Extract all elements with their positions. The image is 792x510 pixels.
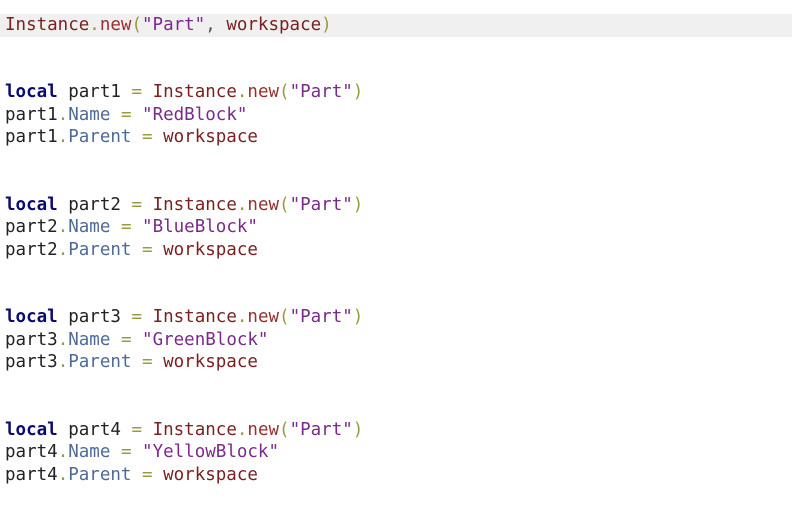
token-variable: part4 bbox=[68, 420, 121, 440]
token-paren: ) bbox=[321, 15, 332, 35]
token-class: Instance bbox=[152, 195, 237, 215]
token-variable: part4 bbox=[5, 465, 58, 485]
token-variable: part2 bbox=[68, 195, 121, 215]
token-class: Instance bbox=[5, 15, 90, 35]
token-property: Name bbox=[68, 105, 111, 125]
token-string: "GreenBlock" bbox=[142, 330, 269, 350]
token-operator: = bbox=[120, 442, 132, 462]
token-string: "Part" bbox=[289, 307, 353, 327]
token-paren: ) bbox=[352, 82, 364, 102]
code-line[interactable]: part4.Name = "YellowBlock" bbox=[0, 441, 792, 464]
token-string: "YellowBlock" bbox=[142, 442, 279, 462]
token-paren: ) bbox=[352, 195, 364, 215]
token-string: "Part" bbox=[289, 82, 353, 102]
token-string: "Part" bbox=[289, 420, 353, 440]
token-paren: ( bbox=[279, 82, 290, 102]
token-paren: ( bbox=[279, 307, 290, 327]
token-global: workspace bbox=[226, 15, 322, 35]
token-operator: = bbox=[142, 127, 153, 147]
code-editor[interactable]: Instance.new("Part", workspace) local pa… bbox=[0, 0, 792, 510]
token-paren: ( bbox=[131, 15, 142, 35]
token-property: Parent bbox=[68, 127, 132, 147]
token-string: "BlueBlock" bbox=[142, 217, 258, 237]
token-paren: ( bbox=[279, 195, 290, 215]
code-line[interactable]: part4.Parent = workspace bbox=[0, 464, 792, 487]
code-line[interactable]: local part2 = Instance.new("Part") bbox=[0, 194, 792, 217]
token-paren: ) bbox=[352, 307, 364, 327]
token-operator: = bbox=[131, 195, 143, 215]
code-line[interactable]: part3.Parent = workspace bbox=[0, 351, 792, 374]
token-variable: part1 bbox=[5, 105, 58, 125]
token-global: workspace bbox=[163, 465, 258, 485]
code-line[interactable]: part1.Name = "RedBlock" bbox=[0, 104, 792, 127]
token-property: Parent bbox=[68, 352, 132, 372]
token-class: Instance bbox=[152, 307, 237, 327]
token-class: Instance bbox=[152, 82, 237, 102]
token-variable: part1 bbox=[5, 127, 58, 147]
token-operator: = bbox=[120, 105, 132, 125]
token-operator: = bbox=[120, 217, 132, 237]
token-operator: = bbox=[120, 330, 132, 350]
token-function: new bbox=[247, 82, 280, 102]
token-variable: part2 bbox=[5, 217, 58, 237]
token-class: Instance bbox=[152, 420, 237, 440]
token-property: Name bbox=[68, 217, 111, 237]
token-variable: part3 bbox=[5, 352, 58, 372]
code-line[interactable]: part1.Parent = workspace bbox=[0, 126, 792, 149]
token-keyword: local bbox=[5, 195, 58, 215]
token-operator: = bbox=[142, 240, 153, 260]
token-variable: part2 bbox=[5, 240, 58, 260]
code-line[interactable]: local part3 = Instance.new("Part") bbox=[0, 306, 792, 329]
token-keyword: local bbox=[5, 82, 58, 102]
token-paren: ( bbox=[279, 420, 290, 440]
code-line[interactable]: part3.Name = "GreenBlock" bbox=[0, 329, 792, 352]
token-keyword: local bbox=[5, 420, 58, 440]
token-function: new bbox=[247, 420, 280, 440]
token-variable: part3 bbox=[5, 330, 58, 350]
token-comma: , bbox=[205, 15, 216, 35]
token-property: Parent bbox=[68, 465, 132, 485]
token-operator: = bbox=[131, 420, 143, 440]
token-operator: = bbox=[131, 82, 143, 102]
token-function: new bbox=[99, 15, 132, 35]
token-string: "RedBlock" bbox=[142, 105, 248, 125]
token-property: Parent bbox=[68, 240, 132, 260]
token-paren: ) bbox=[352, 420, 364, 440]
token-operator: = bbox=[142, 465, 153, 485]
token-property: Name bbox=[68, 330, 111, 350]
token-function: new bbox=[247, 307, 280, 327]
token-variable: part1 bbox=[68, 82, 121, 102]
token-global: workspace bbox=[163, 240, 258, 260]
token-operator: = bbox=[131, 307, 143, 327]
token-string: "Part" bbox=[289, 195, 353, 215]
token-global: workspace bbox=[163, 352, 258, 372]
token-property: Name bbox=[68, 442, 111, 462]
token-string: "Part" bbox=[142, 15, 206, 35]
code-line-current[interactable]: Instance.new("Part", workspace) bbox=[0, 14, 792, 37]
code-line[interactable]: part2.Name = "BlueBlock" bbox=[0, 216, 792, 239]
token-function: new bbox=[247, 195, 280, 215]
code-line[interactable]: part2.Parent = workspace bbox=[0, 239, 792, 262]
token-global: workspace bbox=[163, 127, 258, 147]
token-variable: part3 bbox=[68, 307, 121, 327]
code-line[interactable]: local part1 = Instance.new("Part") bbox=[0, 81, 792, 104]
token-keyword: local bbox=[5, 307, 58, 327]
code-line[interactable]: local part4 = Instance.new("Part") bbox=[0, 419, 792, 442]
token-operator: = bbox=[142, 352, 153, 372]
token-variable: part4 bbox=[5, 442, 58, 462]
